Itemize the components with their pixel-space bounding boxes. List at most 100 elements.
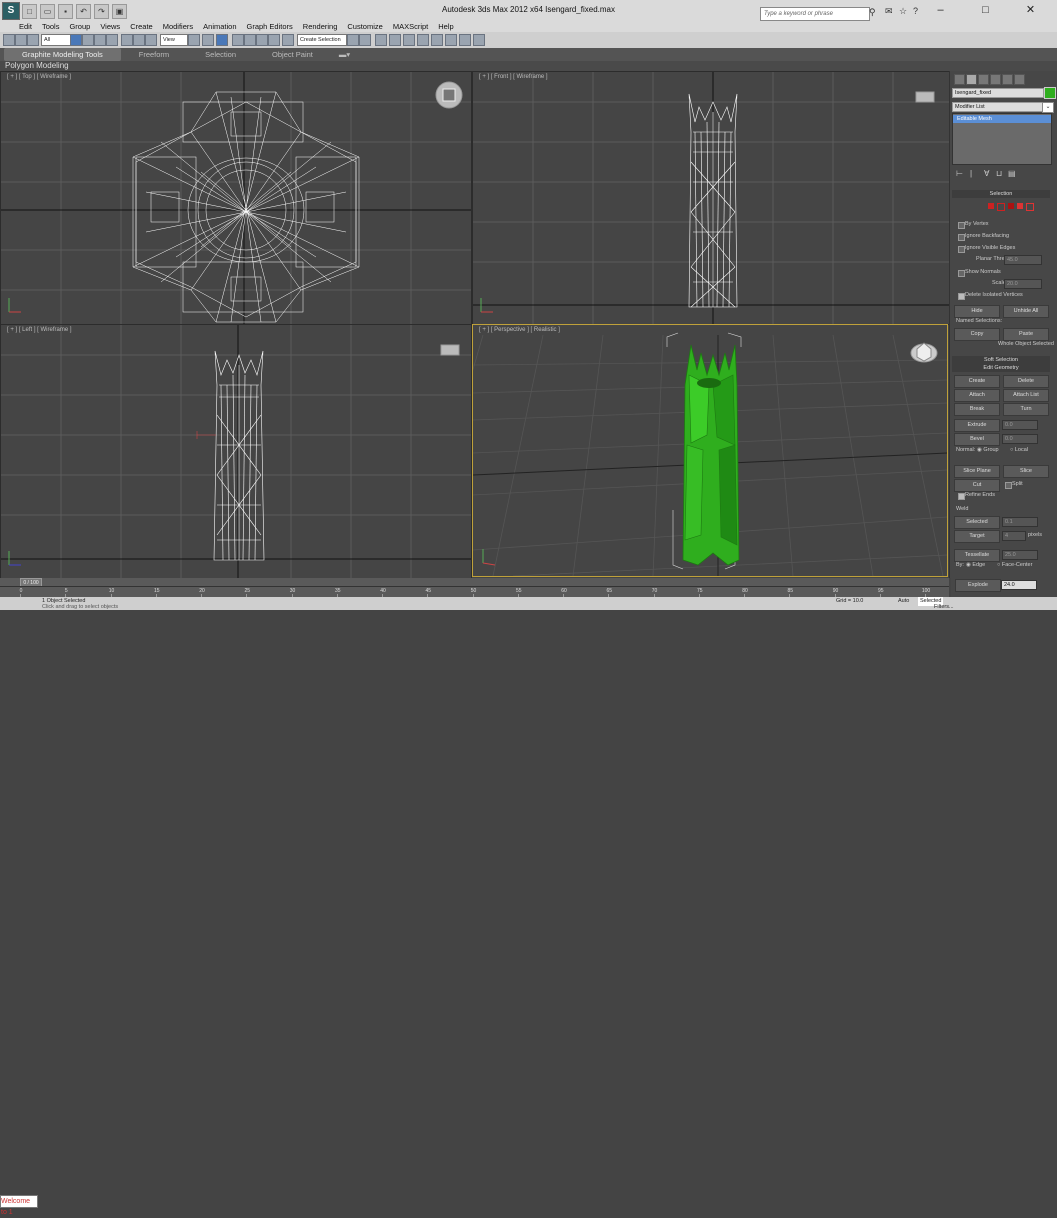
weld-target-spinner[interactable]: 4 xyxy=(1002,531,1026,541)
planar-thresh-spinner[interactable]: 45.0 xyxy=(1004,255,1042,265)
viewport-top[interactable]: [ + ] [ Top ] [ Wireframe ] xyxy=(0,71,472,325)
weld-selected-button[interactable]: Selected xyxy=(954,516,1000,529)
viewport-perspective-label[interactable]: [ + ] [ Perspective ] [ Realistic ] xyxy=(479,327,560,333)
link-icon[interactable] xyxy=(3,34,15,46)
select-by-name-icon[interactable] xyxy=(82,34,94,46)
split-checkbox[interactable] xyxy=(1005,482,1012,489)
slice-button[interactable]: Slice xyxy=(1003,465,1049,478)
viewport-top-label[interactable]: [ + ] [ Top ] [ Wireframe ] xyxy=(7,74,71,80)
snaps-toggle-icon[interactable] xyxy=(232,34,244,46)
group-radio[interactable]: ◉ Group xyxy=(977,447,999,453)
show-end-result-icon[interactable]: | xyxy=(970,169,972,178)
extrude-button[interactable]: Extrude xyxy=(954,419,1000,432)
modify-tab-icon[interactable] xyxy=(966,74,977,85)
break-button[interactable]: Break xyxy=(954,403,1000,416)
maxscript-listener[interactable]: Welcome to 1 xyxy=(0,1195,38,1216)
viewport-perspective[interactable]: [ + ] [ Perspective ] [ Realistic ] xyxy=(472,324,948,577)
menu-customize[interactable]: Customize xyxy=(342,22,387,31)
menu-help[interactable]: Help xyxy=(433,22,458,31)
normals-scale-spinner[interactable]: 20.0 xyxy=(1004,279,1042,289)
object-color-swatch[interactable] xyxy=(1044,87,1056,99)
polygon-level-icon[interactable] xyxy=(1017,203,1023,209)
window-crossing-icon[interactable] xyxy=(106,34,118,46)
schematic-view-icon[interactable] xyxy=(417,34,429,46)
key-filters-button[interactable]: Filters... xyxy=(934,601,954,614)
slice-plane-button[interactable]: Slice Plane xyxy=(954,465,1000,478)
mirror-icon[interactable] xyxy=(347,34,359,46)
named-selection-set-dropdown[interactable]: Create Selection xyxy=(297,34,347,46)
search-binoculars-icon[interactable]: ⚲ xyxy=(869,7,876,18)
edit-named-selection-icon[interactable] xyxy=(282,34,294,46)
layer-manager-icon[interactable] xyxy=(375,34,387,46)
viewport-front[interactable]: [ + ] [ Front ] [ Wireframe ] xyxy=(472,71,950,325)
spinner-snap-icon[interactable] xyxy=(268,34,280,46)
selection-rollout-header[interactable]: Selection xyxy=(952,190,1050,198)
keyboard-shortcut-override-icon[interactable] xyxy=(216,34,228,46)
menu-create[interactable]: Create xyxy=(125,22,158,31)
bind-space-warp-icon[interactable] xyxy=(27,34,39,46)
element-level-icon[interactable] xyxy=(1026,203,1034,211)
configure-modifier-sets-icon[interactable]: ▤ xyxy=(1008,169,1016,178)
turn-button[interactable]: Turn xyxy=(1003,403,1049,416)
material-editor-icon[interactable] xyxy=(431,34,443,46)
create-button[interactable]: Create xyxy=(954,375,1000,388)
close-button[interactable]: ✕ xyxy=(1008,0,1053,22)
menu-edit[interactable]: Edit xyxy=(14,22,37,31)
copy-button[interactable]: Copy xyxy=(954,328,1000,341)
polygon-modeling-panel[interactable]: Polygon Modeling xyxy=(5,61,69,70)
edge-radio[interactable]: ◉ Edge xyxy=(966,562,985,568)
delete-button[interactable]: Delete xyxy=(1003,375,1049,388)
menu-animation[interactable]: Animation xyxy=(198,22,241,31)
favorites-star-icon[interactable]: ☆ xyxy=(899,6,907,17)
weld-target-button[interactable]: Target xyxy=(954,530,1000,543)
refine-ends-checkbox[interactable] xyxy=(958,493,965,500)
percent-snap-icon[interactable] xyxy=(256,34,268,46)
ignore-backfacing-checkbox[interactable] xyxy=(958,234,965,241)
select-object-icon[interactable] xyxy=(70,34,82,46)
reference-coordinate-dropdown[interactable]: View xyxy=(160,34,188,46)
pivot-center-icon[interactable] xyxy=(188,34,200,46)
auto-key-button[interactable]: Auto xyxy=(898,595,909,608)
menu-graph-editors[interactable]: Graph Editors xyxy=(242,22,298,31)
attach-list-button[interactable]: Attach List xyxy=(1003,389,1049,402)
ignore-visible-edges-checkbox[interactable] xyxy=(958,246,965,253)
soft-selection-rollout-header[interactable]: Soft Selection xyxy=(952,356,1050,364)
search-input[interactable]: Type a keyword or phrase xyxy=(760,7,870,21)
tab-selection[interactable]: Selection xyxy=(187,50,254,59)
menu-modifiers[interactable]: Modifiers xyxy=(158,22,198,31)
vertex-level-icon[interactable] xyxy=(988,203,994,209)
object-name-field[interactable]: Isengard_fixed xyxy=(952,88,1044,98)
unlink-icon[interactable] xyxy=(15,34,27,46)
render-production-icon[interactable] xyxy=(473,34,485,46)
explode-spinner[interactable]: 24.0 xyxy=(1001,580,1037,590)
menu-rendering[interactable]: Rendering xyxy=(298,22,343,31)
ribbon-options-icon[interactable]: ▬▾ xyxy=(331,50,358,59)
make-unique-icon[interactable]: ∀ xyxy=(984,169,989,178)
face-center-radio[interactable]: ○ Face-Center xyxy=(997,562,1032,568)
remove-modifier-icon[interactable]: ⊔ xyxy=(996,169,1002,178)
chevron-down-icon[interactable]: ⌄ xyxy=(1042,102,1054,113)
weld-threshold-spinner[interactable]: 0.1 xyxy=(1002,517,1038,527)
bevel-button[interactable]: Bevel xyxy=(954,433,1000,446)
extrude-spinner[interactable]: 0.0 xyxy=(1002,420,1038,430)
edit-geometry-rollout-header[interactable]: Edit Geometry xyxy=(952,364,1050,372)
utilities-tab-icon[interactable] xyxy=(1014,74,1025,85)
unhide-all-button[interactable]: Unhide All xyxy=(1003,305,1049,318)
move-icon[interactable] xyxy=(121,34,133,46)
render-setup-icon[interactable] xyxy=(445,34,457,46)
align-icon[interactable] xyxy=(359,34,371,46)
select-manipulate-icon[interactable] xyxy=(202,34,214,46)
edge-level-icon[interactable] xyxy=(997,203,1005,211)
curve-editor-icon[interactable] xyxy=(403,34,415,46)
face-level-icon[interactable] xyxy=(1008,203,1014,209)
communication-center-icon[interactable]: ✉ xyxy=(885,6,893,17)
minimize-button[interactable]: – xyxy=(918,0,963,22)
tab-object-paint[interactable]: Object Paint xyxy=(254,50,331,59)
explode-button[interactable]: Explode xyxy=(955,579,1001,592)
pin-stack-icon[interactable]: ⊢ xyxy=(956,169,963,178)
scale-icon[interactable] xyxy=(145,34,157,46)
menu-views[interactable]: Views xyxy=(95,22,125,31)
show-normals-checkbox[interactable] xyxy=(958,270,965,277)
display-tab-icon[interactable] xyxy=(1002,74,1013,85)
hierarchy-tab-icon[interactable] xyxy=(978,74,989,85)
